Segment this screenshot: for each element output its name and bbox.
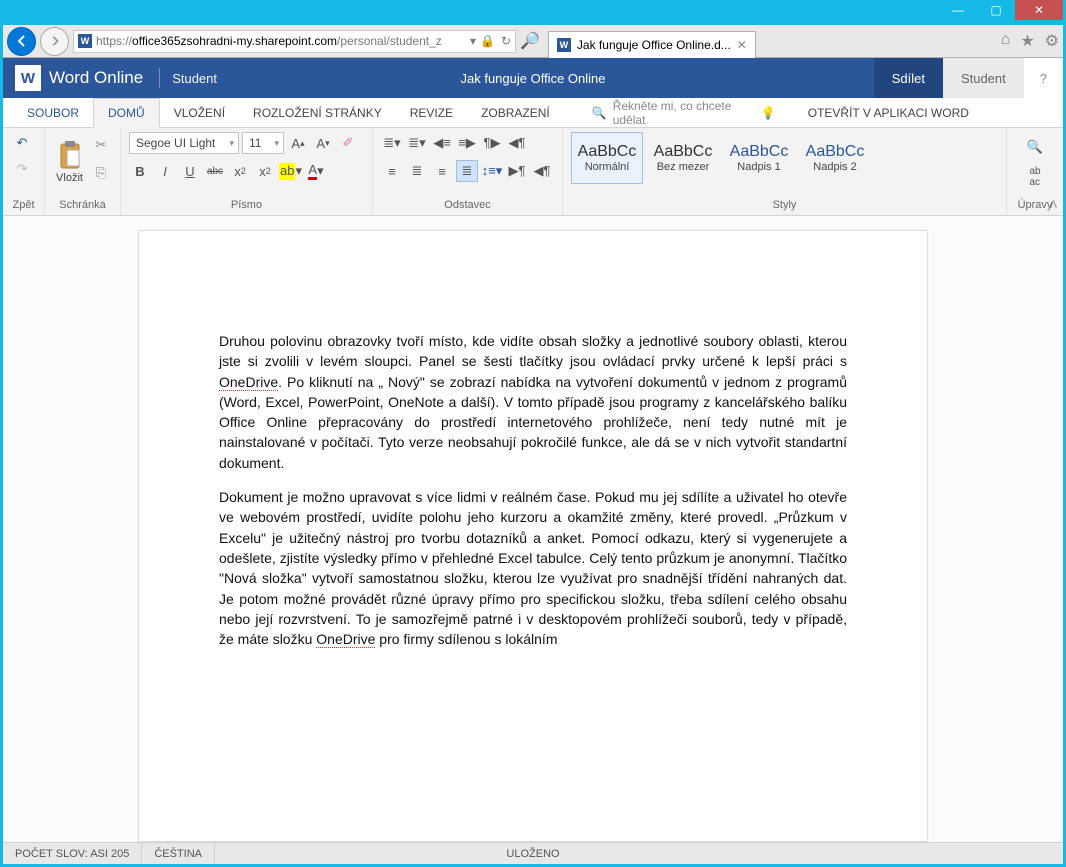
paste-button[interactable]: Vložit xyxy=(53,132,86,192)
copy-button[interactable]: ⎘ xyxy=(90,162,112,184)
home-icon[interactable]: ⌂ xyxy=(1001,31,1011,51)
language-status[interactable]: ČEŠTINA xyxy=(142,843,215,864)
ribbon-tabs: SOUBOR DOMŮ VLOŽENÍ ROZLOŽENÍ STRÁNKY RE… xyxy=(3,98,1063,128)
address-bar[interactable]: W https://office365zsohradni-my.sharepoi… xyxy=(73,30,516,53)
bold-button[interactable]: B xyxy=(129,160,151,182)
decrease-indent-button[interactable]: ◀≡ xyxy=(431,132,453,154)
italic-button[interactable]: I xyxy=(154,160,176,182)
replace-button[interactable]: abac xyxy=(1024,166,1046,188)
tell-me-search[interactable]: 🔍 Řekněte mi, co chcete udělat 💡 xyxy=(584,98,784,127)
maximize-button[interactable]: ▢ xyxy=(977,0,1015,20)
share-button[interactable]: Sdílet xyxy=(874,58,943,98)
font-group-label: Písmo xyxy=(129,197,364,213)
refresh-icon[interactable]: ↻ xyxy=(501,34,511,48)
align-center-button[interactable]: ≣ xyxy=(406,160,428,182)
tab-insert[interactable]: VLOŽENÍ xyxy=(160,98,239,127)
word-favicon: W xyxy=(78,34,92,48)
url-prefix: https:// xyxy=(96,34,132,48)
word-favicon: W xyxy=(557,38,571,52)
bullets-button[interactable]: ≣▾ xyxy=(381,132,403,154)
help-button[interactable]: ? xyxy=(1024,58,1063,98)
open-in-desktop-button[interactable]: OTEVŘÍT V APLIKACI WORD xyxy=(794,98,983,127)
tab-title: Jak funguje Office Online.d... xyxy=(577,38,731,52)
paste-label: Vložit xyxy=(56,172,83,184)
tab-review[interactable]: REVIZE xyxy=(396,98,467,127)
forward-button[interactable] xyxy=(40,27,69,56)
indent-marker-button[interactable]: ◀¶ xyxy=(531,160,553,182)
tab-view[interactable]: ZOBRAZENÍ xyxy=(467,98,564,127)
line-spacing-button[interactable]: ↕≡▾ xyxy=(481,160,503,182)
font-size-select[interactable]: 11 xyxy=(242,132,284,154)
paragraph-2[interactable]: Dokument je možno upravovat s více lidmi… xyxy=(219,487,847,649)
grow-font-button[interactable]: A▴ xyxy=(287,132,309,154)
font-family-select[interactable]: Segoe UI Light xyxy=(129,132,239,154)
highlight-button[interactable]: ab▾ xyxy=(279,160,302,182)
bulb-icon: 💡 xyxy=(761,106,776,120)
browser-tab[interactable]: W Jak funguje Office Online.d... ✕ xyxy=(548,31,756,58)
ribbon: ↶ ↷ Zpět Vložit ✂ ⎘ Schránka xyxy=(3,128,1063,216)
undo-button[interactable]: ↶ xyxy=(11,132,33,154)
word-count[interactable]: POČET SLOV: ASI 205 xyxy=(3,843,142,864)
numbering-button[interactable]: ≣▾ xyxy=(406,132,428,154)
undo-group-label: Zpět xyxy=(11,197,36,213)
paragraph-group-label: Odstavec xyxy=(381,197,554,213)
search-icon[interactable]: 🔎 xyxy=(520,31,540,51)
align-right-button[interactable]: ≡ xyxy=(431,160,453,182)
url-host: office365zsohradni-my.sharepoint.com xyxy=(132,34,337,48)
cut-button[interactable]: ✂ xyxy=(90,134,112,156)
collapse-ribbon-button[interactable]: ᐱ xyxy=(1050,200,1057,211)
style-nadpis-2[interactable]: AaBbCcNadpis 2 xyxy=(799,132,871,184)
document-page[interactable]: Druhou polovinu obrazovky tvoří místo, k… xyxy=(138,230,928,842)
favorites-icon[interactable]: ★ xyxy=(1020,31,1034,51)
url-path: /personal/student_z xyxy=(337,34,442,48)
minimize-button[interactable]: — xyxy=(939,0,977,20)
justify-button[interactable]: ≣ xyxy=(456,160,478,182)
tab-home[interactable]: DOMŮ xyxy=(93,98,160,128)
browser-toolbar: W https://office365zsohradni-my.sharepoi… xyxy=(3,25,1063,58)
back-button[interactable] xyxy=(7,27,36,56)
browser-right-icons: ⌂ ★ ⚙ xyxy=(1001,31,1059,51)
style-normální[interactable]: AaBbCcNormální xyxy=(571,132,643,184)
user-menu[interactable]: Student xyxy=(943,58,1024,98)
find-button[interactable]: 🔍 xyxy=(1024,136,1046,158)
word-logo-icon: W xyxy=(15,65,41,91)
spellcheck-word[interactable]: OneDrive xyxy=(316,631,375,648)
style-nadpis-1[interactable]: AaBbCcNadpis 1 xyxy=(723,132,795,184)
editing-group-label: Úpravy xyxy=(1015,197,1055,213)
clipboard-group-label: Schránka xyxy=(53,197,112,213)
increase-indent-button[interactable]: ≡▶ xyxy=(456,132,478,154)
ltr-button[interactable]: ¶▶ xyxy=(481,132,503,154)
superscript-button[interactable]: x2 xyxy=(254,160,276,182)
style-bez-mezer[interactable]: AaBbCcBez mezer xyxy=(647,132,719,184)
lock-icon: 🔒 xyxy=(480,34,495,48)
spellcheck-word[interactable]: OneDrive xyxy=(219,374,278,391)
close-button[interactable]: ✕ xyxy=(1015,0,1063,20)
styles-group-label: Styly xyxy=(571,197,998,213)
tell-me-placeholder: Řekněte mi, co chcete udělat xyxy=(613,99,755,127)
browser-tabs: W Jak funguje Office Online.d... ✕ xyxy=(548,25,756,58)
clear-formatting-button[interactable]: ✐ xyxy=(337,132,359,154)
document-area[interactable]: Druhou polovinu obrazovky tvoří místo, k… xyxy=(3,216,1063,842)
site-context[interactable]: Student xyxy=(164,71,225,86)
tab-close-icon[interactable]: ✕ xyxy=(737,38,747,52)
status-bar: POČET SLOV: ASI 205 ČEŠTINA ULOŽENO xyxy=(3,842,1063,864)
tab-file[interactable]: SOUBOR xyxy=(13,98,93,127)
redo-button[interactable]: ↷ xyxy=(11,158,33,180)
window-title-bar: — ▢ ✕ xyxy=(3,0,1063,25)
shrink-font-button[interactable]: A▾ xyxy=(312,132,334,154)
paragraph-1[interactable]: Druhou polovinu obrazovky tvoří místo, k… xyxy=(219,331,847,473)
app-header: W Word Online Student Jak funguje Office… xyxy=(3,58,1063,98)
font-color-button[interactable]: A▾ xyxy=(305,160,327,182)
rtl-button[interactable]: ◀¶ xyxy=(506,132,528,154)
special-indent-button[interactable]: ▶¶ xyxy=(506,160,528,182)
styles-gallery: AaBbCcNormálníAaBbCcBez mezerAaBbCcNadpi… xyxy=(571,132,998,197)
subscript-button[interactable]: x2 xyxy=(229,160,251,182)
settings-icon[interactable]: ⚙ xyxy=(1045,31,1059,51)
tab-layout[interactable]: ROZLOŽENÍ STRÁNKY xyxy=(239,98,396,127)
app-name: Word Online xyxy=(49,68,143,88)
underline-button[interactable]: U xyxy=(179,160,201,182)
strikethrough-button[interactable]: abc xyxy=(204,160,226,182)
align-left-button[interactable]: ≡ xyxy=(381,160,403,182)
